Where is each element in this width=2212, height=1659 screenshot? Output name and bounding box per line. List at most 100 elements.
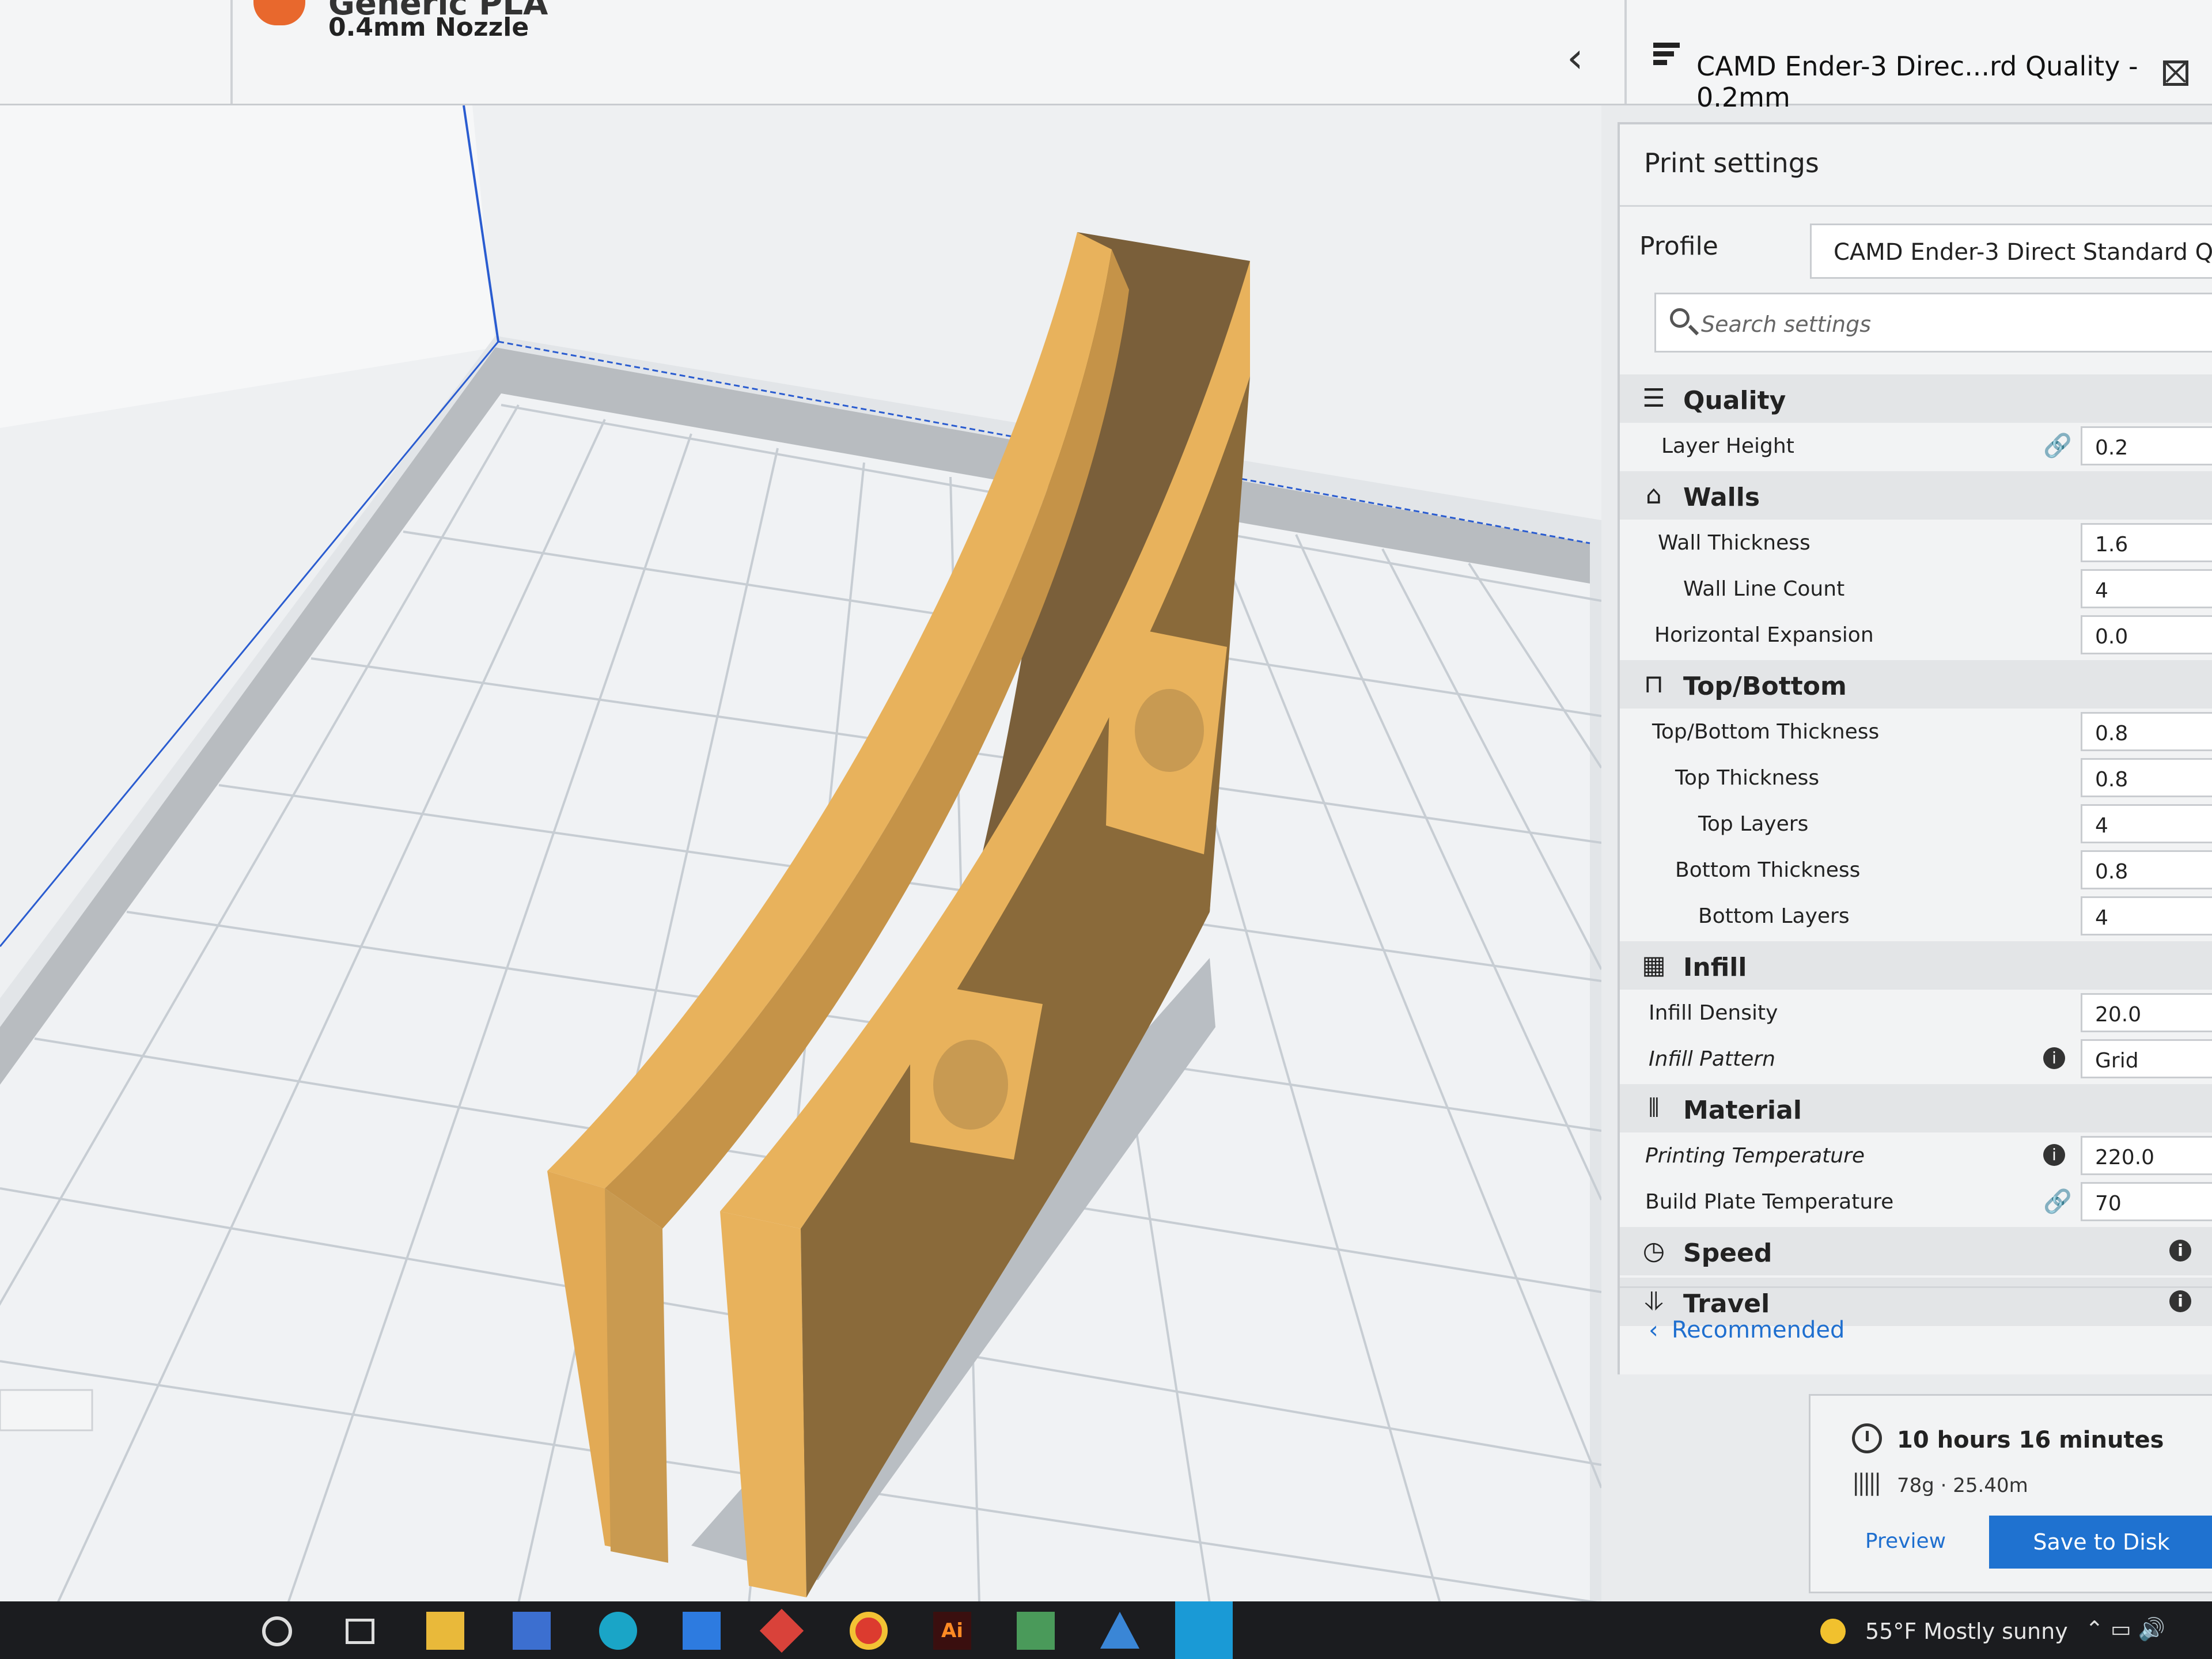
horizontal-expansion-field[interactable]: 0.0 bbox=[2081, 615, 2212, 654]
setting-row[interactable]: Printing Temperature i 220.0 bbox=[1620, 1132, 2212, 1179]
setting-row[interactable]: Bottom Thickness 0.8 bbox=[1620, 847, 2212, 893]
toolbar-divider bbox=[230, 0, 233, 104]
file-explorer-icon[interactable] bbox=[426, 1612, 464, 1650]
setting-label: Build Plate Temperature bbox=[1645, 1190, 1894, 1214]
store-icon[interactable] bbox=[513, 1612, 551, 1650]
task-view-icon[interactable] bbox=[346, 1619, 374, 1644]
setting-row[interactable]: Bottom Layers 4 bbox=[1620, 893, 2212, 939]
material-usage: 78g · 25.40m bbox=[1897, 1474, 2028, 1497]
category-top-bottom[interactable]: ⊓ Top/Bottom bbox=[1620, 660, 2212, 709]
settings-list: ☰ Quality Layer Height 🔗 0.2 ⌂ Walls Wal… bbox=[1620, 372, 2212, 1326]
speed-gauge-icon: ◷ bbox=[1642, 1236, 1665, 1266]
setting-label: Printing Temperature bbox=[1645, 1144, 1865, 1168]
setting-row[interactable]: Infill Pattern i Grid bbox=[1620, 1036, 2212, 1082]
weather-widget[interactable]: 55°F Mostly sunny bbox=[1865, 1619, 2068, 1644]
category-material[interactable]: ⦀ Material bbox=[1620, 1084, 2212, 1132]
quality-icon: ☰ bbox=[1642, 384, 1665, 413]
link-icon[interactable]: 🔗 bbox=[2043, 1188, 2072, 1215]
mail-icon[interactable] bbox=[683, 1612, 721, 1650]
panel-footer: ‹ Recommended bbox=[1620, 1286, 2212, 1374]
category-label: Material bbox=[1683, 1096, 1802, 1125]
category-label: Speed bbox=[1683, 1238, 1772, 1268]
infill-icon: ▦ bbox=[1642, 950, 1666, 980]
mount-hole-upper bbox=[1135, 689, 1204, 772]
chevron-left-icon[interactable]: ‹ bbox=[1567, 33, 1584, 82]
recommended-mode-link[interactable]: Recommended bbox=[1672, 1317, 1844, 1343]
illustrator-icon[interactable]: Ai bbox=[933, 1612, 971, 1650]
setting-label: Bottom Thickness bbox=[1675, 858, 1861, 882]
bottom-thickness-field[interactable]: 0.8 bbox=[2081, 850, 2212, 889]
setting-row[interactable]: Horizontal Expansion 0.0 bbox=[1620, 612, 2212, 658]
print-setup-selector[interactable]: CAMD Ender-3 Direc...rd Quality - 0.2mm bbox=[1696, 51, 2212, 113]
info-icon[interactable]: i bbox=[2043, 1047, 2065, 1069]
printing-temperature-field[interactable]: 220.0 bbox=[2081, 1136, 2212, 1175]
link-icon[interactable]: 🔗 bbox=[2043, 432, 2072, 459]
category-label: Walls bbox=[1683, 483, 1760, 512]
app-triangle-icon[interactable] bbox=[1100, 1612, 1139, 1649]
category-speed[interactable]: ◷ Speed i bbox=[1620, 1227, 2212, 1275]
chrome-icon[interactable] bbox=[850, 1612, 888, 1650]
build-plate-temperature-field[interactable]: 70 bbox=[2081, 1182, 2212, 1221]
setting-row[interactable]: Infill Density 20.0 bbox=[1620, 990, 2212, 1036]
top-thickness-field[interactable]: 0.8 bbox=[2081, 758, 2212, 797]
model-front-slab bbox=[605, 1188, 668, 1563]
category-walls[interactable]: ⌂ Walls bbox=[1620, 471, 2212, 520]
profile-dropdown[interactable]: CAMD Ender-3 Direct Standard Qu... bbox=[1810, 224, 2212, 279]
setting-row[interactable]: Build Plate Temperature 🔗 70 bbox=[1620, 1179, 2212, 1225]
mount-hole-lower bbox=[933, 1040, 1008, 1130]
setting-label: Top Thickness bbox=[1675, 766, 1820, 790]
weather-sun-icon[interactable] bbox=[1820, 1619, 1846, 1644]
setting-row[interactable]: Top Thickness 0.8 bbox=[1620, 755, 2212, 801]
info-icon[interactable]: i bbox=[2043, 1144, 2065, 1166]
setting-label: Top Layers bbox=[1698, 812, 1809, 836]
support-icon[interactable] bbox=[2163, 60, 2188, 86]
edge-browser-icon[interactable] bbox=[599, 1612, 637, 1650]
info-icon[interactable]: i bbox=[2169, 1240, 2191, 1262]
top-bottom-thickness-field[interactable]: 0.8 bbox=[2081, 712, 2212, 751]
profile-label: Profile bbox=[1639, 232, 1718, 261]
walls-icon: ⌂ bbox=[1646, 480, 1662, 510]
setting-label: Wall Line Count bbox=[1683, 577, 1845, 601]
taskbar-search-icon[interactable] bbox=[262, 1616, 292, 1646]
infill-density-field[interactable]: 20.0 bbox=[2081, 993, 2212, 1032]
search-settings-input[interactable]: Search settings bbox=[1654, 293, 2212, 353]
setting-row[interactable]: Wall Line Count 4 bbox=[1620, 566, 2212, 612]
printer-icon[interactable] bbox=[253, 0, 305, 25]
setting-label: Bottom Layers bbox=[1698, 904, 1850, 928]
wall-line-count-field[interactable]: 4 bbox=[2081, 569, 2212, 608]
nozzle-label[interactable]: 0.4mm Nozzle bbox=[328, 13, 529, 42]
setting-row[interactable]: Layer Height 🔗 0.2 bbox=[1620, 423, 2212, 469]
category-quality[interactable]: ☰ Quality bbox=[1620, 374, 2212, 423]
setting-row[interactable]: Top/Bottom Thickness 0.8 bbox=[1620, 709, 2212, 755]
top-layers-field[interactable]: 4 bbox=[2081, 804, 2212, 843]
bottom-layers-field[interactable]: 4 bbox=[2081, 896, 2212, 935]
setting-row[interactable]: Wall Thickness 1.6 bbox=[1620, 520, 2212, 566]
setting-label: Horizontal Expansion bbox=[1654, 623, 1874, 647]
viewport-scene[interactable] bbox=[0, 105, 1601, 1603]
profile-lines-icon bbox=[1653, 43, 1680, 66]
top-bar: Generic PLA 0.4mm Nozzle ‹ CAMD Ender-3 … bbox=[0, 0, 2212, 113]
system-tray-icons[interactable]: ⌃ ▭ 🔊 bbox=[2085, 1616, 2165, 1642]
setting-label: Infill Pattern bbox=[1649, 1047, 1775, 1071]
setting-label: Wall Thickness bbox=[1658, 531, 1810, 555]
print-time[interactable]: 10 hours 16 minutes bbox=[1897, 1427, 2164, 1453]
material-spool-icon: ⦀ bbox=[1648, 1093, 1660, 1123]
save-to-disk-button[interactable]: Save to Disk bbox=[1989, 1516, 2212, 1569]
preview-button[interactable]: Preview bbox=[1834, 1517, 1978, 1566]
category-label: Top/Bottom bbox=[1683, 672, 1847, 701]
category-infill[interactable]: ▦ Infill bbox=[1620, 941, 2212, 990]
cura-app-icon[interactable] bbox=[1175, 1601, 1233, 1659]
infill-pattern-dropdown[interactable]: Grid bbox=[2081, 1039, 2212, 1078]
setting-label: Top/Bottom Thickness bbox=[1652, 720, 1880, 744]
3d-viewport[interactable] bbox=[0, 105, 1601, 1603]
chevron-left-icon[interactable]: ‹ bbox=[1649, 1316, 1658, 1344]
wall-thickness-field[interactable]: 1.6 bbox=[2081, 523, 2212, 562]
maps-icon[interactable] bbox=[1017, 1612, 1055, 1650]
print-estimate-panel: 10 hours 16 minutes ||||| 78g · 25.40m P… bbox=[1809, 1394, 2212, 1593]
panel-title: Print settings bbox=[1644, 147, 1819, 179]
setting-row[interactable]: Top Layers 4 bbox=[1620, 801, 2212, 847]
layer-height-field[interactable]: 0.2 bbox=[2081, 426, 2212, 465]
app-icon[interactable] bbox=[759, 1608, 804, 1653]
search-icon bbox=[1670, 308, 1690, 328]
toolbar-divider bbox=[1624, 0, 1627, 104]
